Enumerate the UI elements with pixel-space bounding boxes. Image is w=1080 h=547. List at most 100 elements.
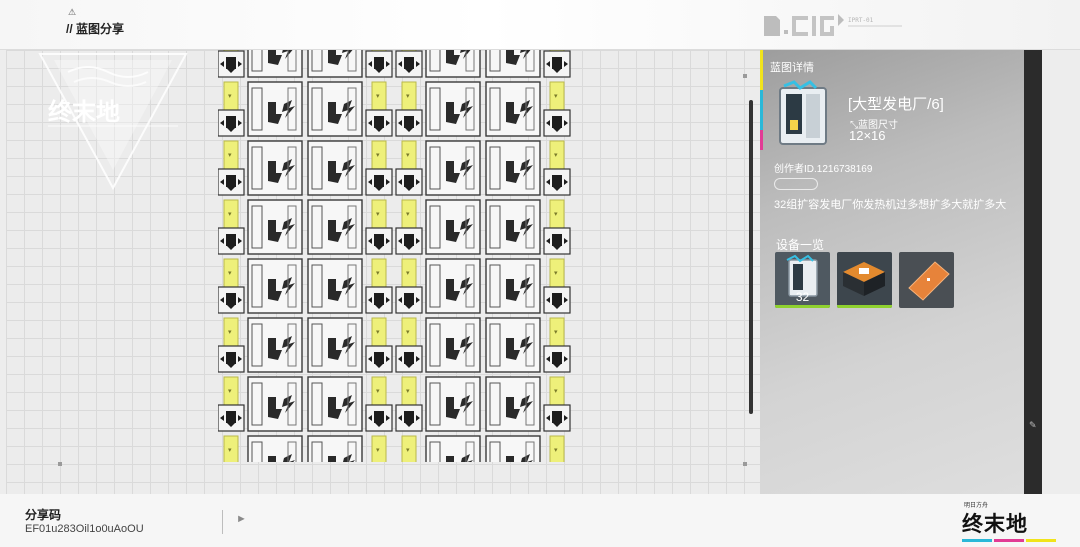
splitter-core: [226, 411, 236, 423]
svg-text:终末地: 终末地: [48, 98, 120, 126]
copy-arrow-icon[interactable]: ►: [236, 513, 247, 525]
side-tool-strip: ✎: [1024, 50, 1042, 494]
splitter-core: [226, 234, 236, 246]
conveyor-arrow: ▾: [406, 447, 410, 454]
device-rarity-bar: [775, 305, 830, 308]
splitter-core: [226, 293, 236, 305]
svg-text:IPRT-01: IPRT-01: [848, 17, 874, 24]
endfield-logo-watermark-icon: 终末地: [38, 53, 188, 191]
brand-logo: 明日方舟 终末地: [962, 498, 1058, 544]
splitter-core: [404, 293, 414, 305]
splitter-core: [226, 352, 236, 364]
conveyor-arrow: ▾: [228, 329, 232, 336]
conveyor-arrow: ▾: [228, 270, 232, 277]
splitter-core: [404, 116, 414, 128]
conveyor-arrow: ▾: [554, 447, 558, 454]
blueprint-canvas[interactable]: 终末地 ▾▾▾▾▾▾▾▾▾▾▾▾▾▾▾▾▾▾▾▾▾▾▾▾▾▾▾▾▾▾▾▾▾▾▾▾: [6, 50, 760, 494]
warning-icon: ⚠: [68, 7, 77, 17]
conveyor-arrow: ▾: [376, 93, 380, 100]
blueprint-size-value: 12×16: [849, 128, 886, 143]
panel-heading: 蓝图详情: [770, 62, 814, 74]
conveyor-arrow: ▾: [228, 93, 232, 100]
accent-stripe: [760, 130, 763, 150]
device-slot-machine-base[interactable]: [837, 252, 892, 308]
conveyor-arrow: ▾: [554, 388, 558, 395]
conveyor-arrow: ▾: [376, 447, 380, 454]
splitter-core: [404, 234, 414, 246]
share-code-label: 分享码: [25, 508, 62, 522]
conveyor-arrow: ▾: [228, 152, 232, 159]
splitter-core: [404, 411, 414, 423]
share-code-bar: 分享码 EF01u283Oil1o0uAoOU ► 明日方舟 终末地: [0, 494, 1080, 547]
conveyor-arrow: ▾: [228, 388, 232, 395]
splitter-core: [552, 57, 562, 69]
orange-floor-tile-icon: [908, 261, 950, 301]
blueprint-details-panel: 蓝图详情 [大型发电厂/6] ⤡蓝图尺寸 12×16 创作者ID.1216738…: [760, 50, 1024, 494]
conveyor-arrow: ▾: [406, 93, 410, 100]
machine-base-icon: [843, 262, 885, 296]
conveyor-arrow: ▾: [376, 152, 380, 159]
brand-color-bar: [994, 539, 1024, 542]
creator-tag-pill: [774, 178, 818, 190]
page-title: // 蓝图分享: [66, 22, 125, 36]
splitter-core: [552, 293, 562, 305]
device-list-heading: 设备一览: [776, 238, 825, 252]
creator-id: 创作者ID.1216738169: [774, 164, 873, 175]
conveyor-arrow: ▾: [376, 211, 380, 218]
conveyor-arrow: ▾: [554, 152, 558, 159]
splitter-core: [374, 234, 384, 246]
splitter-core: [374, 411, 384, 423]
canvas-corner-marker: [743, 74, 747, 78]
blueprint-description: 32组扩容发电厂你发热机过多想扩多大就扩多大: [774, 199, 1007, 211]
splitter-core: [374, 352, 384, 364]
splitter-core: [404, 175, 414, 187]
device-slot-power-generator[interactable]: 32: [775, 252, 830, 308]
canvas-scrollbar[interactable]: [749, 100, 753, 414]
conveyor-arrow: ▾: [406, 329, 410, 336]
splitter-core: [552, 175, 562, 187]
splitter-core: [226, 116, 236, 128]
blueprint-share-screen: ⚠ // 蓝图分享 IPRT-01 终末地 ▾ ▾ ▾ ▾ ▾ ▾ ▾ ▾ ▾ ▾ ▾ ▾ ▾ ▾ ▾ ▾ ▾ ▾…: [0, 0, 1080, 547]
splitter-core: [404, 352, 414, 364]
splitter-core: [226, 175, 236, 187]
device-slot-floor-tile[interactable]: [899, 252, 954, 308]
conveyor-arrow: ▾: [376, 388, 380, 395]
splitter-core: [552, 234, 562, 246]
conveyor-arrow: ▾: [406, 270, 410, 277]
canvas-corner-marker: [58, 462, 62, 466]
brand-color-bar: [1026, 539, 1056, 542]
splitter-core: [552, 116, 562, 128]
accent-stripe: [760, 90, 763, 130]
splitter-core: [226, 57, 236, 69]
device-rarity-bar: [837, 305, 892, 308]
splitter-core: [552, 352, 562, 364]
edit-icon[interactable]: ✎: [1029, 420, 1037, 431]
conveyor-arrow: ▾: [376, 329, 380, 336]
blueprint-name: [大型发电厂/6]: [848, 96, 944, 113]
conveyor-arrow: ▾: [406, 388, 410, 395]
accent-stripe: [760, 50, 763, 90]
splitter-core: [374, 175, 384, 187]
splitter-core: [374, 57, 384, 69]
header-decoration-icon: IPRT-01: [764, 14, 902, 36]
conveyor-arrow: ▾: [554, 211, 558, 218]
conveyor-arrow: ▾: [554, 270, 558, 277]
splitter-core: [374, 116, 384, 128]
blueprint-grid[interactable]: ▾▾▾▾▾▾▾▾▾▾▾▾▾▾▾▾▾▾▾▾▾▾▾▾▾▾▾▾▾▾▾▾▾▾▾▾: [218, 50, 584, 462]
conveyor-arrow: ▾: [406, 152, 410, 159]
splitter-core: [374, 293, 384, 305]
power-generator-thumbnail-icon: [779, 80, 827, 145]
conveyor-arrow: ▾: [228, 211, 232, 218]
conveyor-arrow: ▾: [228, 447, 232, 454]
back-button[interactable]: ⚠ // 蓝图分享: [62, 6, 152, 42]
device-count: 32: [795, 290, 810, 304]
share-code-value[interactable]: EF01u283Oil1o0uAoOU: [25, 523, 144, 535]
brand-title: 终末地: [962, 513, 1028, 536]
canvas-corner-marker: [743, 462, 747, 466]
conveyor-arrow: ▾: [554, 329, 558, 336]
splitter-core: [404, 57, 414, 69]
conveyor-arrow: ▾: [554, 93, 558, 100]
splitter-core: [552, 411, 562, 423]
divider: [222, 510, 223, 534]
conveyor-arrow: ▾: [376, 270, 380, 277]
